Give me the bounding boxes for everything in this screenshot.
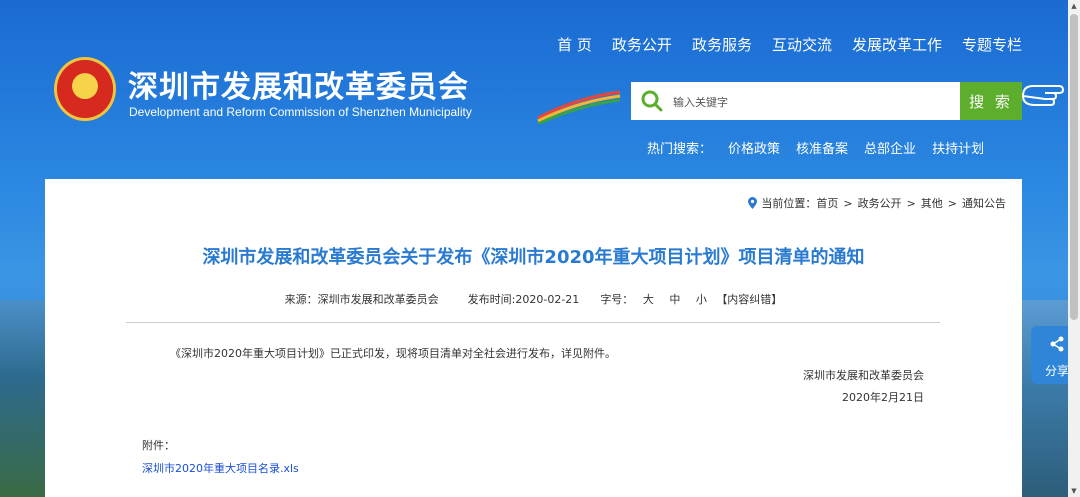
- location-pin-icon: [748, 197, 758, 209]
- search-input[interactable]: [671, 82, 955, 122]
- article-body: 《深圳市2020年重大项目计划》已正式印发，现将项目清单对全社会进行发布，详见附…: [170, 347, 616, 360]
- breadcrumb: 当前位置： 首页 > 政务公开 > 其他 > 通知公告: [748, 195, 1006, 211]
- breadcrumb-separator: >: [906, 196, 916, 210]
- hot-search-label: 热门搜索：: [647, 142, 713, 157]
- article-card: 当前位置： 首页 > 政务公开 > 其他 > 通知公告 深圳市发展和改革委员会关…: [45, 179, 1022, 497]
- share-label: 分享: [1045, 364, 1070, 378]
- main-nav: 首 页 政务公开 政务服务 互动交流 发展改革工作 专题专栏: [537, 34, 1022, 55]
- nav-special-topics[interactable]: 专题专栏: [962, 34, 1022, 55]
- breadcrumb-prefix: 当前位置：: [761, 197, 817, 210]
- site-subtitle: Development and Reform Commission of She…: [129, 105, 472, 119]
- breadcrumb-separator: >: [843, 196, 853, 210]
- nav-government-services[interactable]: 政务服务: [692, 34, 752, 55]
- article-title: 深圳市发展和改革委员会关于发布《深圳市2020年重大项目计划》项目清单的通知: [202, 247, 865, 268]
- background-city-left: [0, 300, 46, 497]
- breadcrumb-notices[interactable]: 通知公告: [962, 195, 1006, 211]
- hot-search-item-support-plan[interactable]: 扶持计划: [932, 138, 984, 157]
- shenzhen-china-brand-icon: [537, 89, 621, 124]
- attachment-label: 附件：: [142, 439, 175, 452]
- article-signature-org: 深圳市发展和改革委员会: [803, 369, 924, 382]
- breadcrumb-other[interactable]: 其他: [921, 195, 943, 211]
- font-size-medium[interactable]: 中: [669, 293, 680, 306]
- hot-search-item-hq-enterprise[interactable]: 总部企业: [864, 138, 916, 157]
- breadcrumb-separator: >: [947, 196, 957, 210]
- font-size-small[interactable]: 小: [696, 293, 707, 306]
- national-emblem-logo: ★: [57, 60, 113, 118]
- nav-interaction[interactable]: 互动交流: [772, 34, 832, 55]
- search-icon: [641, 90, 663, 112]
- article-signature-date: 2020年2月21日: [842, 391, 924, 404]
- search-button[interactable]: 搜 索: [960, 82, 1022, 120]
- nav-development-reform[interactable]: 发展改革工作: [852, 34, 942, 55]
- hot-search-item-approval[interactable]: 核准备案: [796, 138, 848, 157]
- article-publish-time: 发布时间:2020-02-21: [467, 293, 580, 306]
- font-size-large[interactable]: 大: [643, 293, 654, 306]
- scroll-up-arrow-icon[interactable]: ▲: [1068, 0, 1080, 12]
- font-size-label: 字号：: [600, 293, 634, 306]
- hot-search: 热门搜索： 价格政策 核准备案 总部企业 扶持计划: [647, 138, 1000, 157]
- scroll-down-arrow-icon[interactable]: ▼: [1068, 485, 1080, 497]
- nav-government-affairs[interactable]: 政务公开: [612, 34, 672, 55]
- article-meta: 来源：深圳市发展和改革委员会 发布时间:2020-02-21 字号： 大 中 小…: [45, 291, 1022, 307]
- vertical-scrollbar[interactable]: ▲ ▼: [1068, 0, 1080, 497]
- breadcrumb-government-affairs[interactable]: 政务公开: [858, 195, 902, 211]
- attachment-link[interactable]: 深圳市2020年重大项目名录.xls: [142, 460, 299, 476]
- hot-search-item-price-policy[interactable]: 价格政策: [728, 138, 780, 157]
- share-icon: [1050, 336, 1064, 352]
- site-title: 深圳市发展和改革委员会: [128, 70, 469, 105]
- divider: [126, 322, 940, 323]
- pointing-hand-icon: [1021, 85, 1065, 106]
- article-source: 来源：深圳市发展和改革委员会: [284, 293, 439, 306]
- search-box: [631, 82, 960, 122]
- breadcrumb-home[interactable]: 首页: [816, 195, 838, 211]
- content-correction-link[interactable]: 【内容纠错】: [716, 293, 782, 306]
- nav-home[interactable]: 首 页: [557, 34, 592, 55]
- scrollbar-thumb[interactable]: [1070, 14, 1078, 320]
